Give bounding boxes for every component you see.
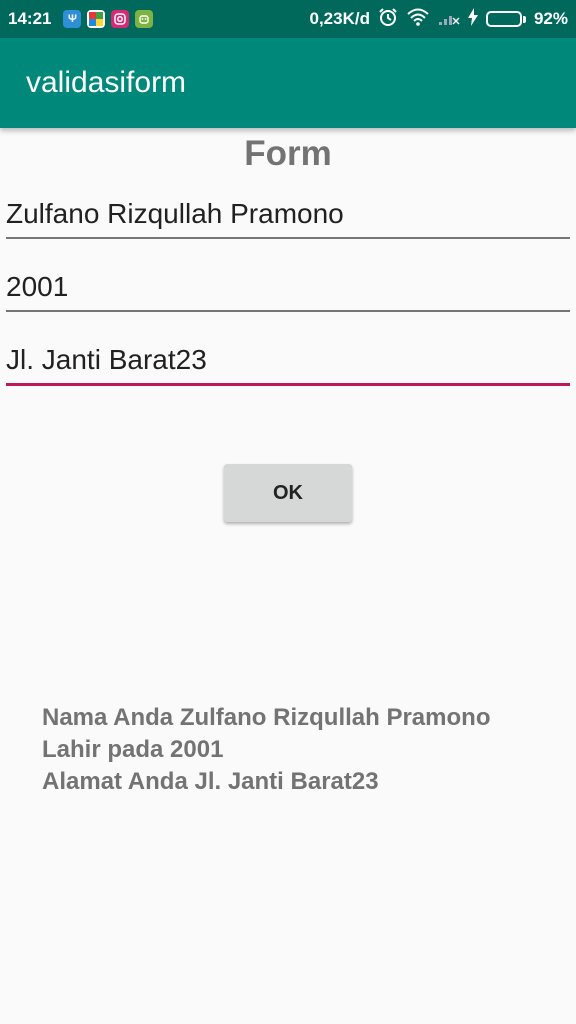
form-title: Form xyxy=(244,134,332,173)
result-name-line: Nama Anda Zulfano Rizqullah Pramono xyxy=(42,704,491,731)
alarm-icon xyxy=(378,7,398,32)
app-title: validasiform xyxy=(26,66,187,99)
wifi-icon xyxy=(406,7,430,32)
address-input-underline xyxy=(6,383,570,386)
result-address-line: Alamat Anda Jl. Janti Barat23 xyxy=(42,768,379,795)
result-birth-line: Lahir pada 2001 xyxy=(42,736,224,763)
network-speed: 0,23K/d xyxy=(309,9,370,28)
name-input-underline xyxy=(6,237,570,239)
app-bar: validasiform xyxy=(0,38,576,128)
instagram-icon xyxy=(111,10,130,28)
android-app-icon xyxy=(135,10,154,28)
status-bar: 14:21 Ψ 0,23K/d 92% xyxy=(0,0,576,38)
usb-icon: Ψ xyxy=(63,10,82,28)
status-time: 14:21 xyxy=(8,9,52,28)
battery-percent: 92% xyxy=(533,9,568,28)
address-input[interactable] xyxy=(6,340,570,384)
birth-year-input[interactable] xyxy=(6,267,570,311)
ok-button[interactable]: OK xyxy=(224,464,352,522)
result-text: Nama Anda Zulfano Rizqullah Pramono Lahi… xyxy=(42,702,490,798)
pinwheel-app-icon xyxy=(87,10,106,28)
signal-icon xyxy=(438,8,460,31)
name-input[interactable] xyxy=(6,194,570,238)
birth-year-input-underline xyxy=(6,310,570,312)
charging-icon xyxy=(467,7,478,31)
battery-icon xyxy=(485,11,526,27)
